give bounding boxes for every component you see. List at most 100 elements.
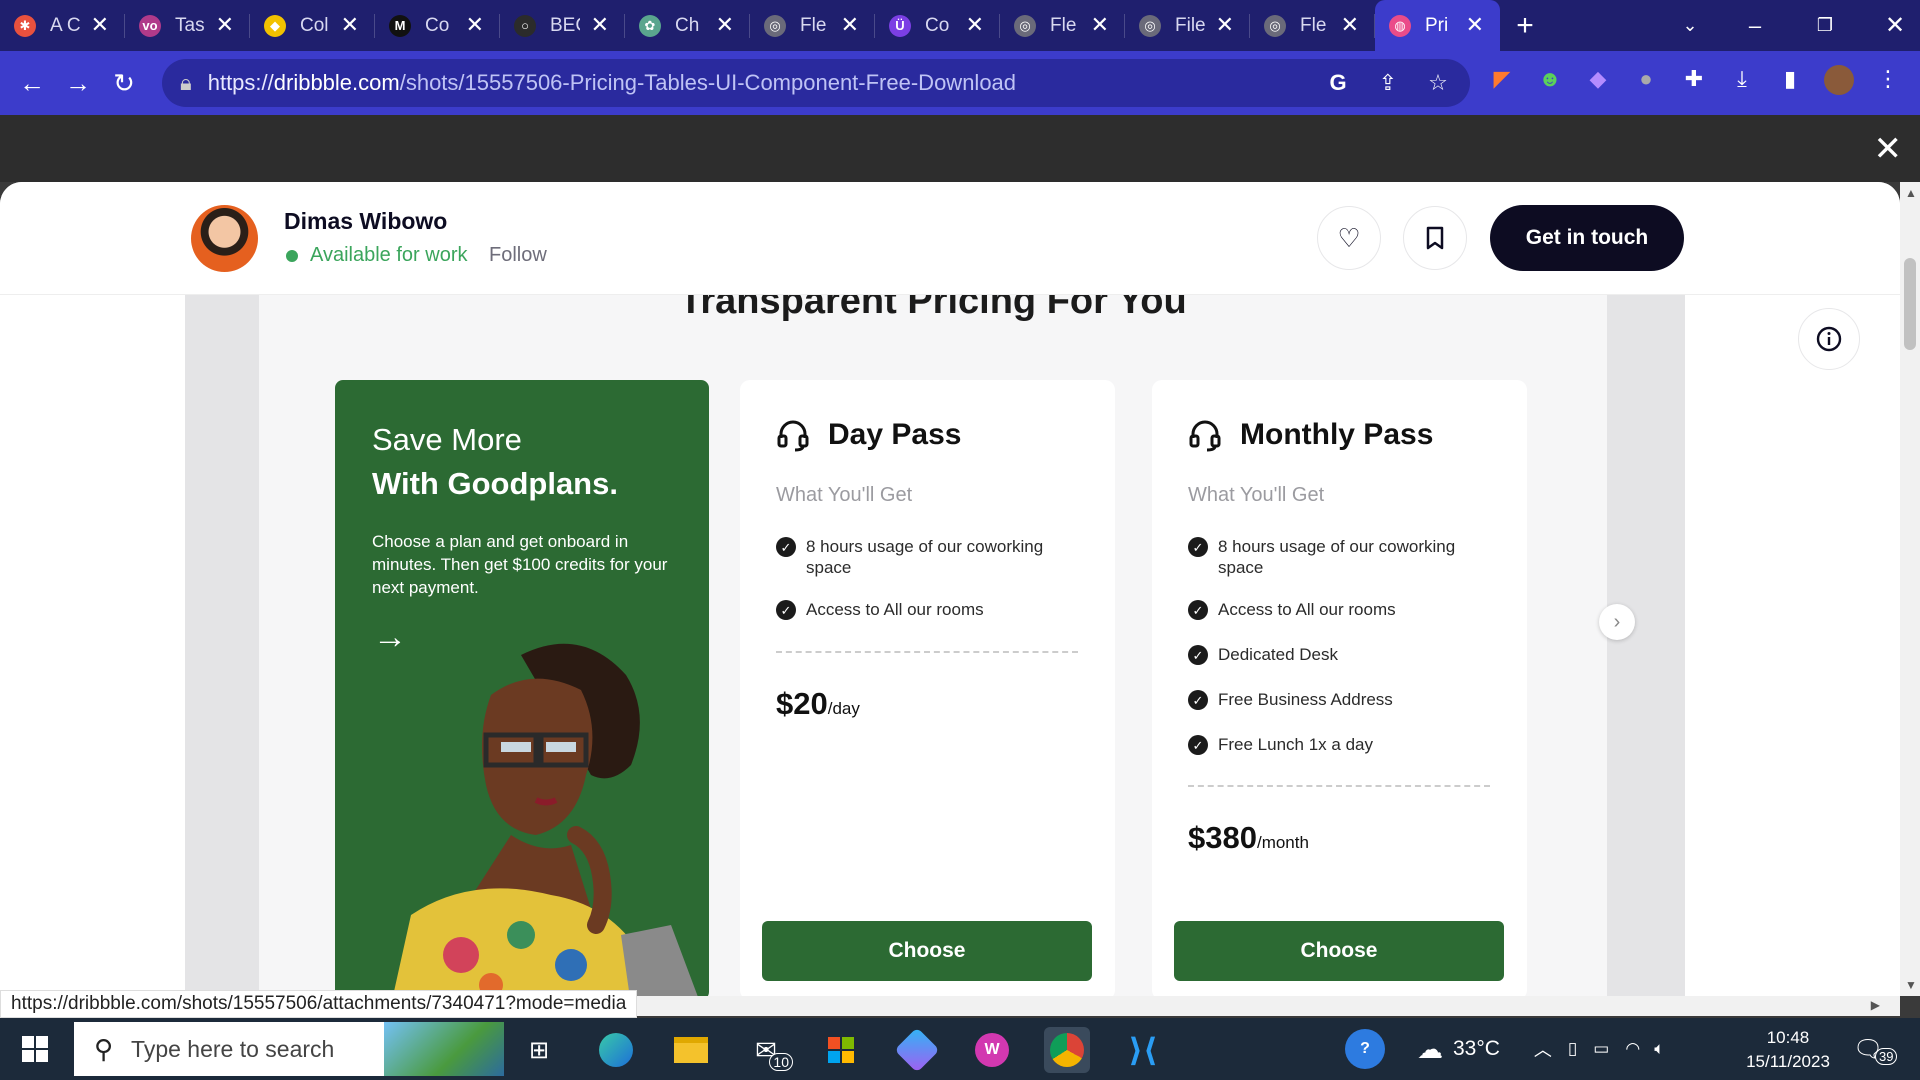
scroll-up-icon[interactable]: ▲ — [1905, 186, 1917, 200]
side-panel-icon[interactable]: ▮ — [1776, 65, 1804, 93]
clock[interactable]: 10:48 15/11/2023 — [1740, 1026, 1836, 1074]
copilot-icon[interactable] — [894, 1027, 940, 1073]
new-tab-button[interactable]: + — [1500, 0, 1550, 51]
microsoft-store-icon[interactable] — [818, 1027, 864, 1073]
back-button[interactable]: ← — [12, 63, 52, 103]
vscode-icon[interactable]: ⟩⟨ — [1120, 1027, 1166, 1073]
taskbar-search[interactable]: ⚲ Type here to search — [74, 1022, 504, 1076]
close-tab-icon[interactable]: ✕ — [341, 12, 359, 38]
file-explorer-icon[interactable] — [668, 1027, 714, 1073]
shot-modal: Dimas Wibowo Available for work Follow ♡… — [0, 182, 1900, 996]
wps-office-icon[interactable]: W — [969, 1027, 1015, 1073]
windows-taskbar: ⚲ Type here to search ⊞ ✉ 10 W ⟩⟨ ? ☁ 33°… — [0, 1018, 1920, 1080]
close-tab-icon[interactable]: ✕ — [216, 12, 234, 38]
follow-button[interactable]: Follow — [489, 244, 547, 267]
menu-kebab-icon[interactable]: ⋮ — [1874, 65, 1902, 93]
volume-icon[interactable]: 🔈︎ — [1654, 1039, 1664, 1059]
chrome-icon[interactable] — [1044, 1027, 1090, 1073]
share-icon[interactable]: ⇪ — [1374, 69, 1402, 97]
browser-tab[interactable]: ◎ Fle ✕ — [750, 0, 875, 51]
browser-tab[interactable]: vo Tas ✕ — [125, 0, 250, 51]
close-window-button[interactable]: ✕ — [1860, 11, 1920, 40]
check-icon: ✓ — [1188, 645, 1208, 665]
tab-title: Co — [425, 14, 450, 36]
close-tab-icon[interactable]: ✕ — [591, 12, 609, 38]
browser-tab[interactable]: ✱ A C ✕ — [0, 0, 125, 51]
close-tab-icon[interactable]: ✕ — [1341, 12, 1359, 38]
browser-tab[interactable]: ○ BEC ✕ — [500, 0, 625, 51]
save-button[interactable] — [1403, 206, 1467, 270]
show-hidden-icons[interactable]: ︿ — [1534, 1036, 1552, 1062]
weather-icon[interactable]: ☁ — [1417, 1034, 1443, 1065]
close-tab-icon[interactable]: ✕ — [466, 12, 484, 38]
like-button[interactable]: ♡ — [1317, 206, 1381, 270]
author-name[interactable]: Dimas Wibowo — [284, 208, 447, 235]
close-tab-icon[interactable]: ✕ — [841, 12, 859, 38]
promo-line-1: Save More — [372, 422, 522, 457]
woman-illustration — [393, 643, 698, 996]
browser-tab[interactable]: ◍ Pri ✕ — [1375, 0, 1500, 51]
extension-purple-icon[interactable]: ◆ — [1584, 65, 1612, 93]
choose-day-pass-button[interactable]: Choose — [762, 921, 1092, 981]
availability-status[interactable]: Available for work — [286, 244, 467, 267]
tab-title: Tas — [175, 14, 205, 36]
browser-tab[interactable]: ◎ Fle ✕ — [1250, 0, 1375, 51]
browser-tab[interactable]: Ü Co ✕ — [875, 0, 1000, 51]
browser-tab[interactable]: ✿ Ch ✕ — [625, 0, 750, 51]
scrollbar-thumb[interactable] — [1904, 258, 1916, 350]
extensions-puzzle-icon[interactable]: ✚ — [1680, 65, 1708, 93]
browser-tab[interactable]: ◎ Fle ✕ — [1000, 0, 1125, 51]
divider — [776, 651, 1078, 653]
close-tab-icon[interactable]: ✕ — [716, 12, 734, 38]
reload-button[interactable]: ↻ — [104, 63, 144, 103]
browser-tab[interactable]: ◎ File ✕ — [1125, 0, 1250, 51]
battery-icon[interactable]: ▭ — [1593, 1039, 1609, 1059]
help-icon[interactable]: ? — [1345, 1029, 1385, 1069]
tab-favicon-icon: Ü — [889, 14, 911, 37]
choose-monthly-pass-button[interactable]: Choose — [1174, 921, 1504, 981]
search-icon: ⚲ — [94, 1033, 114, 1064]
restore-button[interactable]: ❐ — [1790, 15, 1860, 36]
shot-image[interactable]: Transparent Pricing For You Save More Wi… — [259, 294, 1607, 996]
start-button[interactable] — [0, 1018, 70, 1080]
close-modal-icon[interactable]: ✕ — [1874, 129, 1903, 169]
wifi-icon[interactable]: ◠ — [1625, 1039, 1640, 1059]
download-icon[interactable]: ⤓ — [1728, 65, 1756, 93]
close-tab-icon[interactable]: ✕ — [1216, 12, 1234, 38]
plan-subtitle: What You'll Get — [1188, 484, 1325, 506]
author-avatar[interactable] — [191, 205, 258, 272]
close-tab-icon[interactable]: ✕ — [91, 12, 109, 38]
close-tab-icon[interactable]: ✕ — [966, 12, 984, 38]
extension-gray-icon[interactable]: ● — [1632, 65, 1660, 93]
tab-title: Fle — [800, 14, 827, 36]
extension-orange-icon[interactable]: ◤ — [1488, 65, 1516, 93]
address-bar[interactable]: 🔒︎ https://dribbble.com/shots/15557506-P… — [162, 59, 1470, 107]
google-lens-icon[interactable]: G — [1324, 69, 1352, 97]
weather-temp[interactable]: 33°C — [1453, 1037, 1500, 1061]
check-icon: ✓ — [1188, 690, 1208, 710]
forward-button[interactable]: → — [58, 63, 98, 103]
bookmark-star-icon[interactable]: ☆ — [1424, 69, 1452, 97]
device-icon[interactable]: ▯ — [1568, 1039, 1577, 1059]
browser-tab[interactable]: ◆ Col ✕ — [250, 0, 375, 51]
scroll-down-icon[interactable]: ▼ — [1905, 978, 1917, 992]
next-shot-button[interactable]: › — [1599, 604, 1635, 640]
shot-details-button[interactable] — [1798, 308, 1860, 370]
vertical-scrollbar[interactable]: ▲ ▼ — [1900, 182, 1920, 996]
check-icon: ✓ — [1188, 600, 1208, 620]
tab-search-icon[interactable]: ⌄ — [1660, 15, 1720, 36]
task-view-icon[interactable]: ⊞ — [516, 1027, 562, 1073]
get-in-touch-button[interactable]: Get in touch — [1490, 205, 1684, 271]
profile-avatar[interactable] — [1824, 65, 1854, 95]
mail-icon[interactable]: ✉ 10 — [743, 1027, 793, 1073]
notifications-button[interactable]: 🗨︎ 39 — [1853, 1018, 1898, 1080]
minimize-button[interactable]: – — [1720, 13, 1790, 39]
url-prefix: https:// — [207, 70, 274, 95]
scroll-right-icon[interactable]: ▶ — [1871, 998, 1880, 1012]
edge-icon[interactable] — [593, 1027, 639, 1073]
close-tab-icon[interactable]: ✕ — [1091, 12, 1109, 38]
extension-robot-icon[interactable]: ☻ — [1536, 65, 1564, 93]
browser-tab[interactable]: M Co ✕ — [375, 0, 500, 51]
close-tab-icon[interactable]: ✕ — [1466, 12, 1484, 38]
headset-icon — [777, 420, 809, 452]
